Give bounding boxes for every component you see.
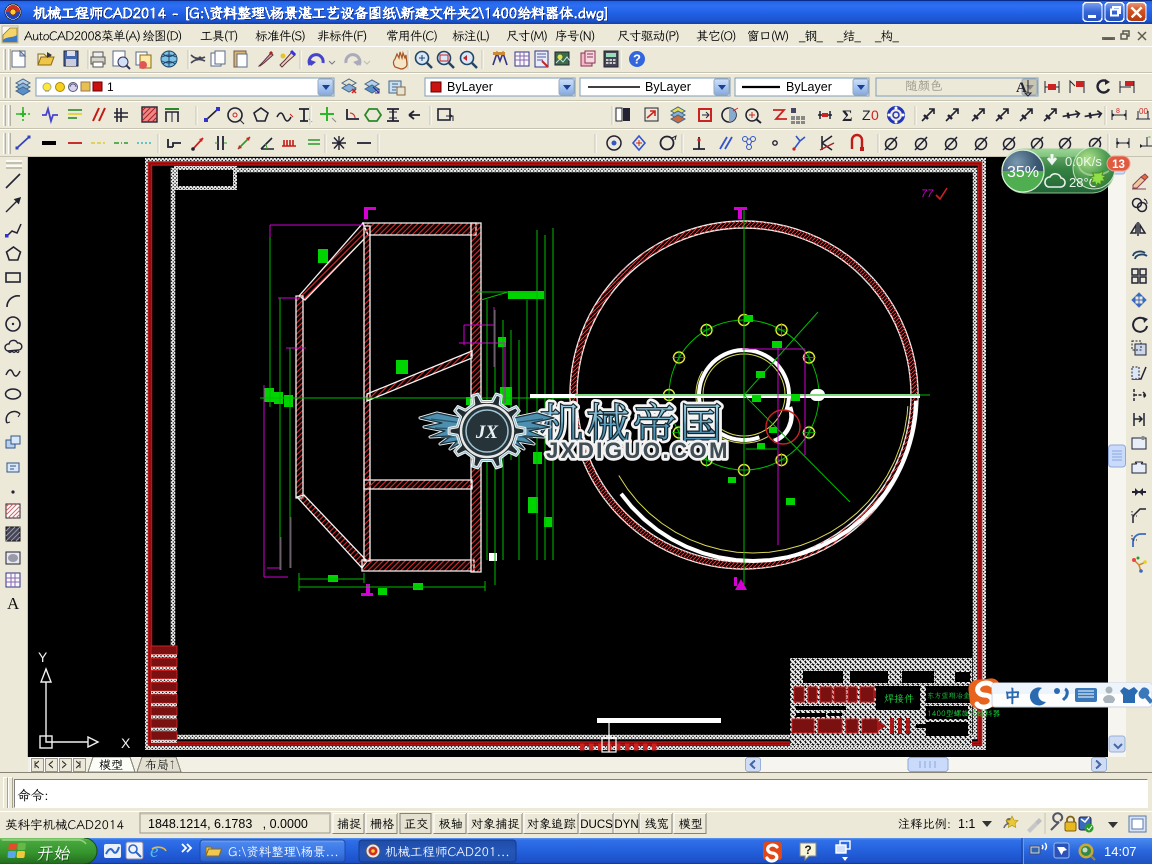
svg-text:DUCS: DUCS <box>580 819 613 831</box>
svg-text:1: 1 <box>107 80 114 94</box>
svg-text:Σ: Σ <box>842 108 852 125</box>
svg-text:A: A <box>7 594 20 613</box>
svg-text:Z: Z <box>862 107 871 123</box>
svg-text:?: ? <box>804 843 811 857</box>
svg-text:0: 0 <box>871 107 879 123</box>
svg-text:DYN: DYN <box>614 819 638 831</box>
svg-text:ByLayer: ByLayer <box>645 80 691 94</box>
svg-text:JX: JX <box>475 422 500 443</box>
svg-text:JXDIGUO.COM: JXDIGUO.COM <box>546 438 730 463</box>
svg-text:Y: Y <box>38 649 48 665</box>
svg-text:77: 77 <box>921 188 934 200</box>
svg-text:X: X <box>121 735 131 751</box>
svg-text:e: e <box>150 841 158 862</box>
svg-text:1:1: 1:1 <box>958 817 975 831</box>
svg-text:8: 8 <box>1116 108 1120 115</box>
svg-text:0.0K/s: 0.0K/s <box>1065 154 1102 169</box>
svg-text:00: 00 <box>1139 107 1148 116</box>
svg-text:1848.1214, 6.1783 , 0.0000: 1848.1214, 6.1783 , 0.0000 <box>148 817 308 831</box>
svg-text:35%: 35% <box>1007 164 1039 181</box>
svg-text:14:07: 14:07 <box>1104 844 1137 859</box>
svg-text:?: ? <box>633 52 641 67</box>
svg-text:ByLayer: ByLayer <box>447 80 493 94</box>
svg-text:13: 13 <box>1112 159 1125 171</box>
svg-text:ByLayer: ByLayer <box>786 80 832 94</box>
